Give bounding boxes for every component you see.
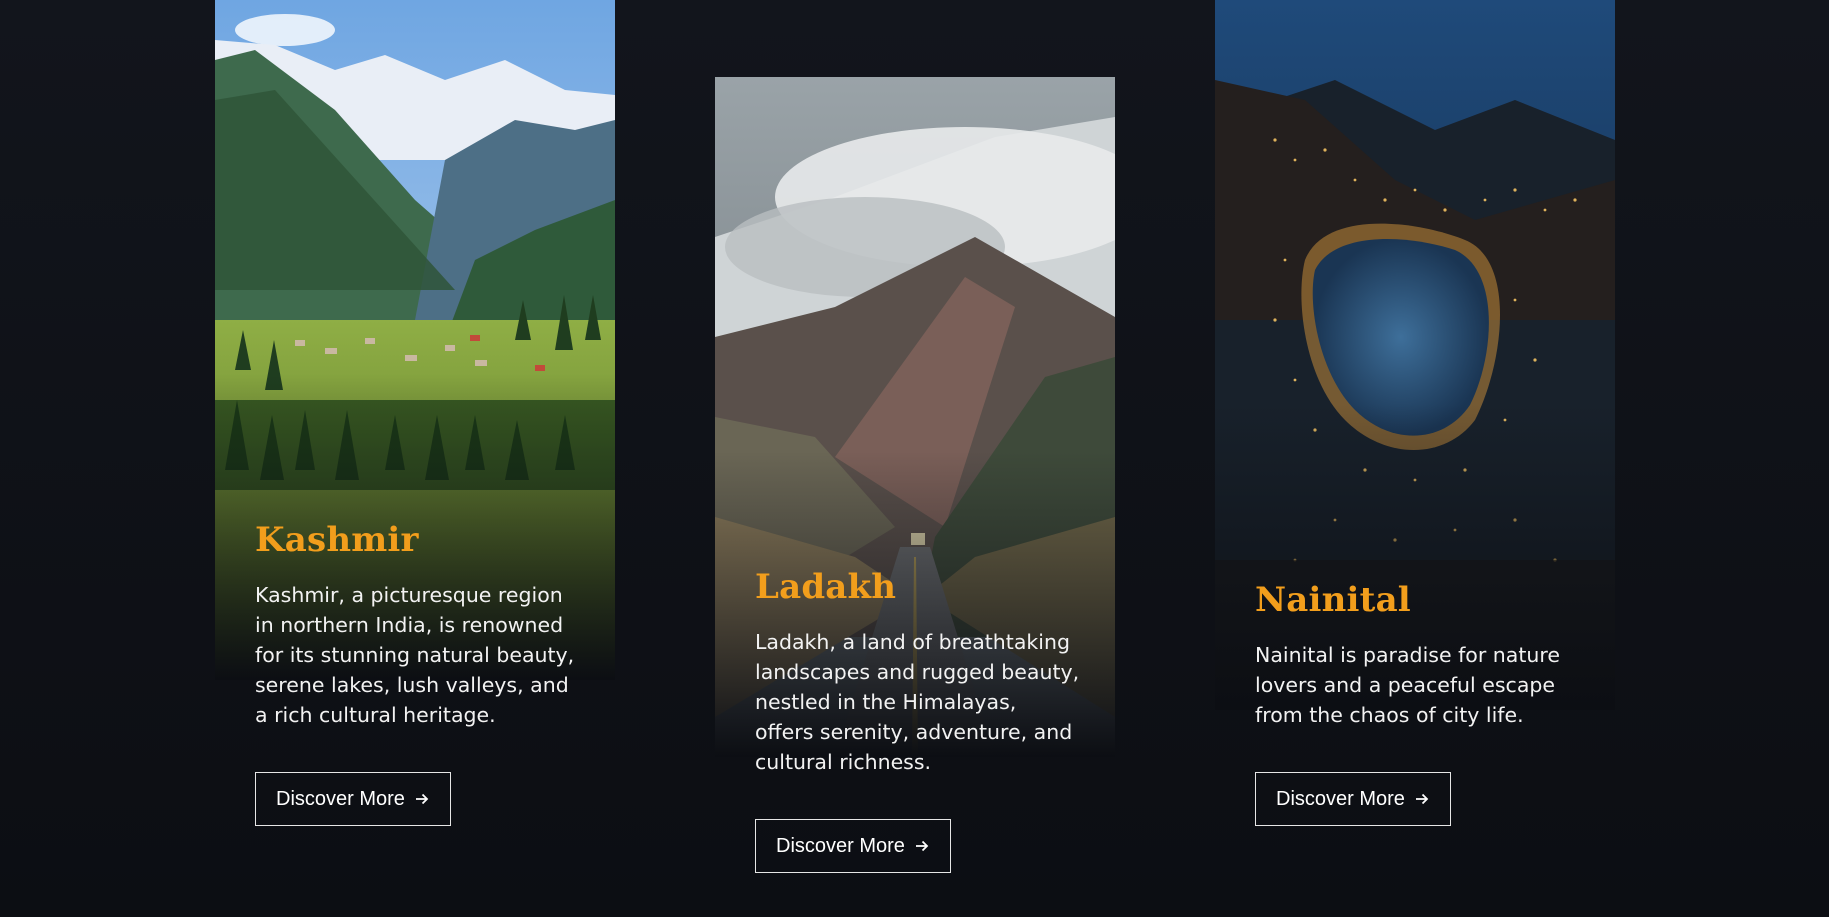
destinations-section: Kashmir Kashmir, a picturesque region in… bbox=[0, 0, 1829, 917]
discover-more-button[interactable]: Discover More bbox=[1255, 772, 1451, 826]
arrow-right-icon bbox=[415, 793, 429, 805]
arrow-right-icon bbox=[915, 840, 929, 852]
discover-more-button[interactable]: Discover More bbox=[755, 819, 951, 873]
card-title: Ladakh bbox=[755, 567, 897, 607]
card-description: Nainital is paradise for nature lovers a… bbox=[1255, 643, 1560, 727]
destination-card-nainital: Nainital Nainital is paradise for nature… bbox=[1215, 0, 1615, 917]
card-description: Ladakh, a land of breathtaking landscape… bbox=[755, 630, 1080, 774]
nainital-content: Nainital Nainital is paradise for nature… bbox=[1255, 580, 1585, 826]
button-label: Discover More bbox=[1276, 787, 1405, 810]
ladakh-content: Ladakh Ladakh, a land of breathtaking la… bbox=[755, 567, 1085, 873]
card-title: Nainital bbox=[1255, 580, 1411, 620]
card-title: Kashmir bbox=[255, 520, 419, 560]
destination-card-kashmir: Kashmir Kashmir, a picturesque region in… bbox=[215, 0, 615, 917]
kashmir-content: Kashmir Kashmir, a picturesque region in… bbox=[255, 520, 585, 826]
arrow-right-icon bbox=[1415, 793, 1429, 805]
button-label: Discover More bbox=[276, 787, 405, 810]
button-label: Discover More bbox=[776, 834, 905, 857]
destination-card-ladakh: Ladakh Ladakh, a land of breathtaking la… bbox=[715, 77, 1115, 917]
discover-more-button[interactable]: Discover More bbox=[255, 772, 451, 826]
card-description: Kashmir, a picturesque region in norther… bbox=[255, 583, 575, 727]
